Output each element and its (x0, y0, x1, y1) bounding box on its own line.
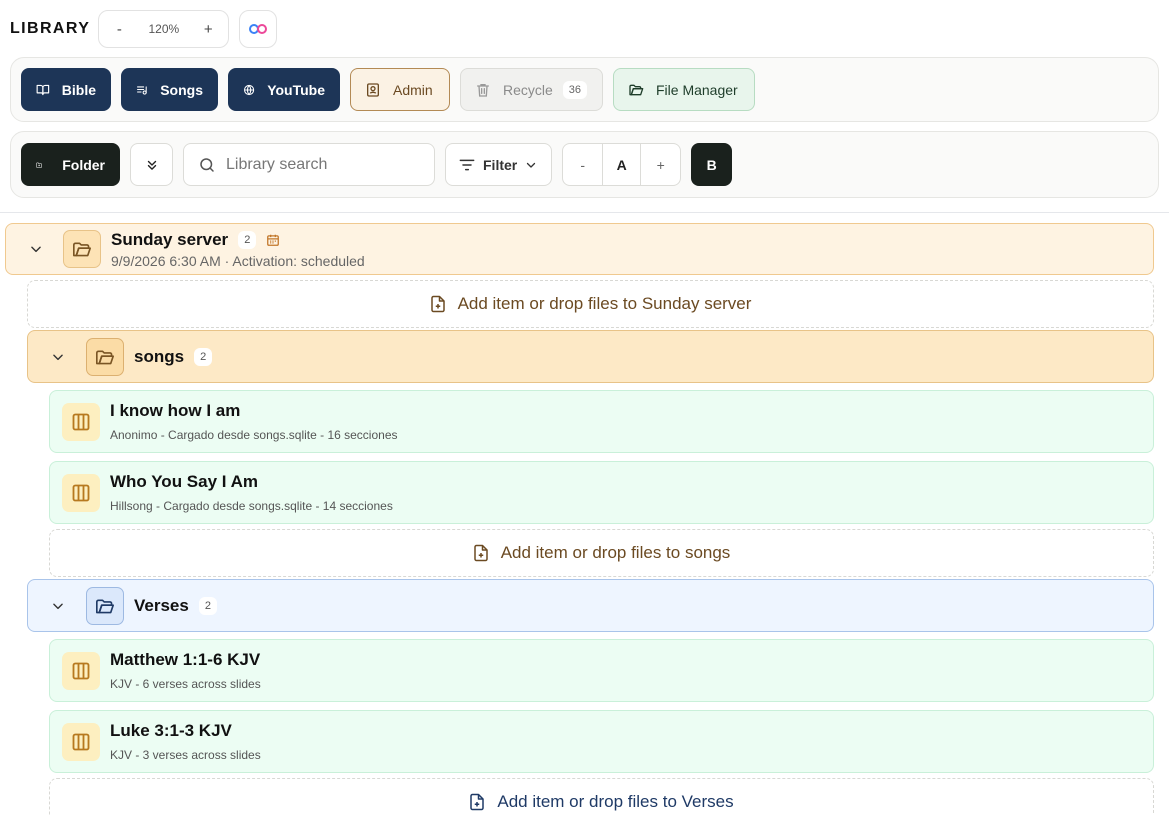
item-icon-box (62, 722, 100, 761)
collapse-chevron[interactable] (47, 346, 69, 368)
user-badge-icon (367, 82, 379, 97)
chevron-down-icon (527, 162, 536, 168)
folder-icon-box (86, 337, 124, 376)
calendar-icon (267, 234, 280, 246)
item-subtitle: Anonimo - Cargado desde songs.sqlite - 1… (110, 428, 398, 442)
list-item-verse[interactable]: Luke 3:1-3 KJV KJV - 3 verses across sli… (49, 710, 1154, 773)
zoom-in-button[interactable]: + (198, 21, 218, 38)
chevrons-down-icon (147, 160, 156, 170)
admin-button[interactable]: Admin (350, 68, 450, 111)
item-subtitle: KJV - 3 verses across slides (110, 748, 261, 762)
folder-open-icon (629, 84, 644, 95)
collapse-chevron[interactable] (25, 238, 47, 260)
chevron-down-icon (31, 246, 41, 253)
link-button[interactable] (239, 10, 278, 48)
trash-icon (477, 83, 489, 97)
bible-label: Bible (61, 81, 96, 98)
recycle-count-badge: 36 (562, 80, 588, 99)
folder-open-icon (73, 242, 91, 257)
file-plus-icon (470, 793, 485, 811)
folder-icon-box (63, 230, 101, 268)
dropzone-label: Add item or drop files to songs (500, 543, 731, 562)
infinity-link-icon (249, 24, 268, 34)
font-size-control: - A + (562, 143, 682, 186)
admin-label: Admin (393, 81, 433, 98)
search-input[interactable] (226, 155, 416, 174)
collapse-all-button[interactable] (130, 143, 173, 186)
folder-row-sunday-server[interactable]: Sunday server 2 9/9/2026 6:30 AM · Activ… (5, 223, 1154, 275)
item-title: Who You Say I Am (110, 472, 258, 491)
folder-row-songs[interactable]: songs 2 (27, 330, 1154, 383)
songs-button[interactable]: Songs (121, 68, 218, 111)
zoom-control: - 120% + (98, 10, 230, 48)
item-title: Matthew 1:1-6 KJV (110, 650, 261, 669)
file-plus-icon (430, 295, 445, 313)
item-title: I know how I am (110, 401, 241, 420)
recycle-label: Recycle (503, 81, 553, 98)
item-icon-box (62, 651, 100, 690)
folder-count-badge: 2 (198, 596, 217, 615)
add-item-dropzone-verses[interactable]: Add item or drop files to Verses (49, 778, 1154, 815)
list-item-song[interactable]: I know how I am Anonimo - Cargado desde … (49, 390, 1154, 453)
item-subtitle: KJV - 6 verses across slides (110, 677, 261, 691)
top-bar: LIBRARY - 120% + (10, 10, 278, 48)
chevron-down-icon (53, 603, 63, 609)
folder-name: songs (134, 346, 185, 366)
add-item-dropzone-songs[interactable]: Add item or drop files to songs (49, 529, 1154, 577)
folder-icon-box (86, 586, 124, 625)
nav-panel: Bible Songs YouTube Admin Recycle 36 Fil… (10, 57, 1159, 122)
youtube-button[interactable]: YouTube (228, 68, 340, 111)
item-icon-box (62, 473, 100, 512)
columns-icon (72, 484, 90, 501)
folder-row-verses[interactable]: Verses 2 (27, 579, 1154, 632)
bible-button[interactable]: Bible (21, 68, 111, 111)
file-manager-label: File Manager (656, 81, 738, 98)
font-reset-button[interactable]: A (602, 144, 642, 185)
item-title: Luke 3:1-3 KJV (110, 721, 232, 740)
folder-open-icon (96, 349, 114, 364)
folder-schedule-meta: 9/9/2026 6:30 AM · Activation: scheduled (111, 252, 365, 269)
zoom-level: 120% (148, 22, 180, 36)
filter-label: Filter (483, 156, 518, 173)
recycle-button[interactable]: Recycle 36 (460, 68, 603, 111)
book-open-icon (36, 84, 50, 95)
chevron-down-icon (53, 354, 63, 360)
columns-icon (72, 733, 90, 750)
file-plus-icon (473, 544, 488, 562)
new-folder-button[interactable]: Folder (21, 143, 120, 186)
filter-button[interactable]: Filter (445, 143, 553, 186)
folder-open-icon (96, 598, 114, 613)
add-item-dropzone-sunday-server[interactable]: Add item or drop files to Sunday server (27, 280, 1154, 328)
item-icon-box (62, 402, 100, 441)
search-icon (200, 157, 214, 172)
divider (0, 212, 1169, 213)
dropzone-label: Add item or drop files to Verses (497, 792, 734, 811)
font-increase-button[interactable]: + (641, 144, 680, 185)
youtube-label: YouTube (267, 81, 325, 98)
columns-icon (72, 413, 90, 430)
file-manager-button[interactable]: File Manager (613, 68, 755, 111)
list-item-verse[interactable]: Matthew 1:1-6 KJV KJV - 6 verses across … (49, 639, 1154, 702)
bold-toggle-button[interactable]: B (691, 143, 733, 186)
songs-label: Songs (160, 81, 203, 98)
columns-icon (72, 662, 90, 679)
filter-lines-icon (459, 159, 475, 170)
collapse-chevron[interactable] (47, 595, 69, 617)
library-title: LIBRARY (10, 20, 91, 37)
folder-plus-icon (36, 162, 42, 168)
item-subtitle: Hillsong - Cargado desde songs.sqlite - … (110, 499, 393, 513)
folder-count-badge: 2 (238, 230, 257, 249)
folder-name: Sunday server (111, 229, 229, 249)
list-item-song[interactable]: Who You Say I Am Hillsong - Cargado desd… (49, 461, 1154, 524)
font-decrease-button[interactable]: - (563, 144, 602, 185)
folder-name: Verses (134, 595, 189, 615)
zoom-out-button[interactable]: - (109, 21, 129, 38)
folder-label: Folder (62, 156, 105, 173)
globe-icon (244, 84, 255, 95)
folder-count-badge: 2 (194, 347, 213, 366)
library-search (183, 143, 435, 186)
dropzone-label: Add item or drop files to Sunday server (457, 294, 752, 313)
music-list-icon (137, 85, 147, 95)
toolbar-panel: Folder Filter - A + B (10, 131, 1159, 198)
